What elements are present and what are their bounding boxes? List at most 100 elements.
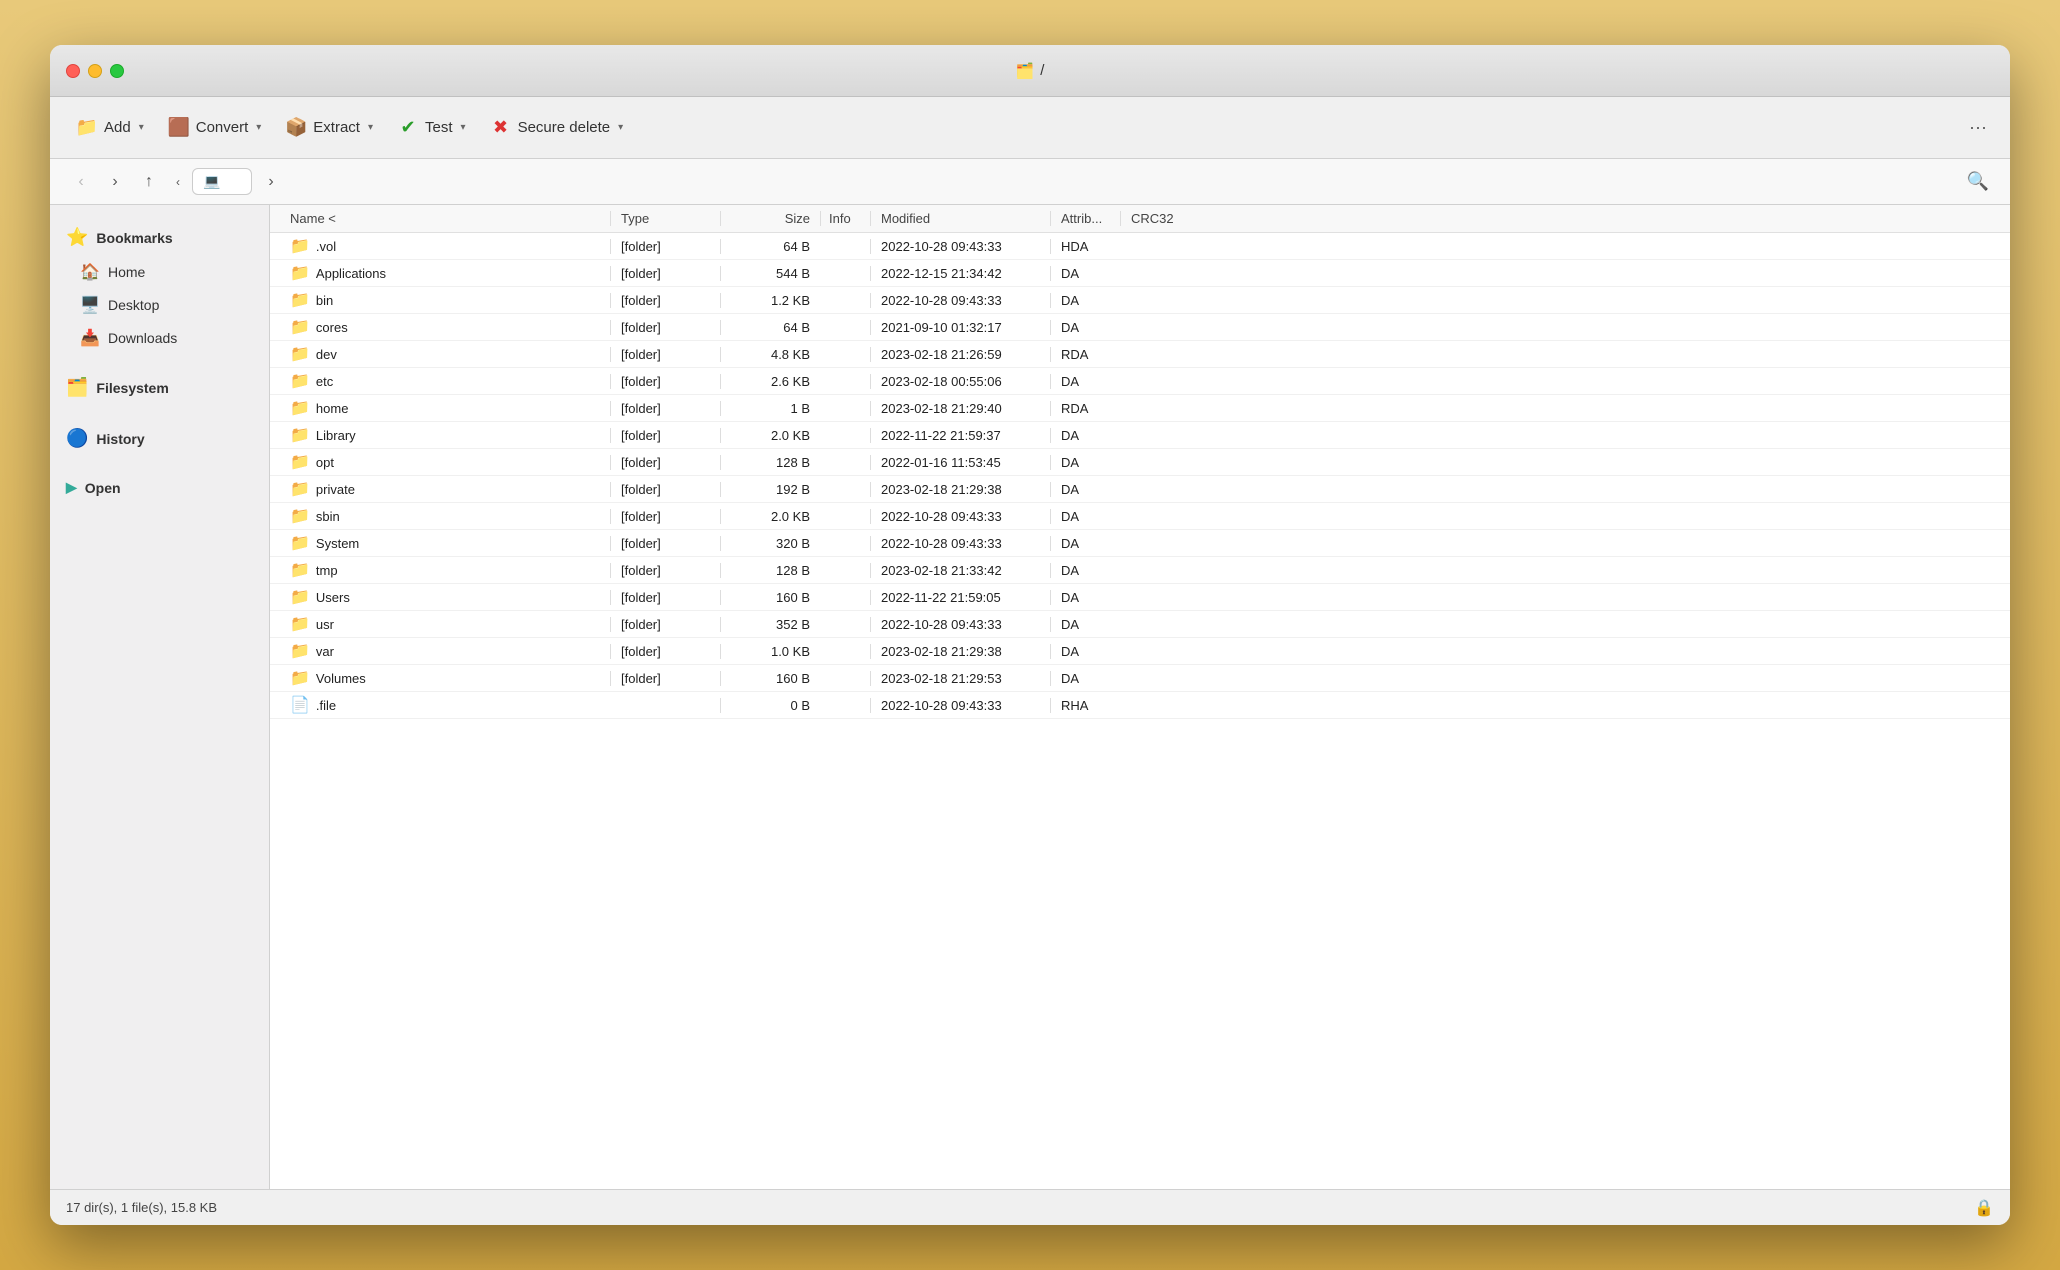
col-info-header[interactable]: Info	[820, 211, 870, 226]
file-modified: 2022-10-28 09:43:33	[870, 536, 1050, 551]
file-name: .file	[316, 698, 336, 713]
folder-icon: 📁	[290, 452, 310, 472]
file-attrib: RDA	[1050, 347, 1120, 362]
file-type: [folder]	[610, 347, 720, 362]
file-size: 64 B	[720, 239, 820, 254]
file-name: home	[316, 401, 349, 416]
file-type: [folder]	[610, 239, 720, 254]
add-dropdown-arrow: ▾	[139, 122, 144, 133]
close-button[interactable]	[66, 64, 80, 78]
open-group[interactable]: ▶ Open	[50, 473, 269, 502]
title-icon: 🗂️	[1016, 62, 1035, 80]
convert-button[interactable]: 🟫 Convert ▾	[158, 111, 272, 145]
convert-label: Convert	[196, 119, 249, 136]
col-crc32-header[interactable]: CRC32	[1120, 211, 1200, 226]
home-icon: 🏠	[80, 262, 100, 282]
sidebar-item-downloads[interactable]: 📥 Downloads	[56, 322, 263, 354]
file-type: [folder]	[610, 644, 720, 659]
search-button[interactable]: 🔍	[1962, 166, 1994, 198]
add-button[interactable]: 📁 Add ▾	[66, 111, 154, 145]
back-button[interactable]: ‹	[66, 167, 96, 197]
folder-icon: 📁	[290, 371, 310, 391]
folder-icon: 📁	[290, 425, 310, 445]
table-row[interactable]: 📁 usr [folder] 352 B 2022-10-28 09:43:33…	[270, 611, 2010, 638]
up-button[interactable]: ↑	[134, 167, 164, 197]
col-size-header[interactable]: Size	[720, 211, 820, 226]
extract-icon: 📦	[285, 117, 307, 139]
sidebar-item-home[interactable]: 🏠 Home	[56, 256, 263, 288]
table-row[interactable]: 📁 Applications [folder] 544 B 2022-12-15…	[270, 260, 2010, 287]
test-button[interactable]: ✔ Test ▾	[387, 111, 476, 145]
file-modified: 2023-02-18 21:29:38	[870, 644, 1050, 659]
folder-icon: 📁	[290, 614, 310, 634]
table-row[interactable]: 📁 bin [folder] 1.2 KB 2022-10-28 09:43:3…	[270, 287, 2010, 314]
secure-delete-icon: ✖	[490, 117, 512, 139]
nav-location-icon: 💻	[203, 173, 220, 190]
filesystem-group[interactable]: 🗂️ Filesystem	[50, 371, 269, 404]
table-row[interactable]: 📁 var [folder] 1.0 KB 2023-02-18 21:29:3…	[270, 638, 2010, 665]
table-row[interactable]: 📁 dev [folder] 4.8 KB 2023-02-18 21:26:5…	[270, 341, 2010, 368]
col-name-header[interactable]: Name <	[270, 211, 610, 226]
table-row[interactable]: 📁 Volumes [folder] 160 B 2023-02-18 21:2…	[270, 665, 2010, 692]
nav-chevron[interactable]: ‹	[168, 167, 188, 197]
title-label: /	[1040, 62, 1044, 79]
file-type: [folder]	[610, 428, 720, 443]
table-row[interactable]: 📁 cores [folder] 64 B 2021-09-10 01:32:1…	[270, 314, 2010, 341]
table-row[interactable]: 📁 .vol [folder] 64 B 2022-10-28 09:43:33…	[270, 233, 2010, 260]
file-name: var	[316, 644, 334, 659]
extract-button[interactable]: 📦 Extract ▾	[275, 111, 383, 145]
folder-icon: 📁	[290, 641, 310, 661]
file-name: bin	[316, 293, 333, 308]
downloads-icon: 📥	[80, 328, 100, 348]
forward-button[interactable]: ›	[100, 167, 130, 197]
file-type: [folder]	[610, 617, 720, 632]
table-row[interactable]: 📁 tmp [folder] 128 B 2023-02-18 21:33:42…	[270, 557, 2010, 584]
table-row[interactable]: 📁 etc [folder] 2.6 KB 2023-02-18 00:55:0…	[270, 368, 2010, 395]
nav-location[interactable]: 💻	[192, 168, 252, 195]
file-type: [folder]	[610, 401, 720, 416]
main-window: 🗂️ / 📁 Add ▾ 🟫 Convert ▾ 📦 Extract ▾ ✔ T…	[50, 45, 2010, 1225]
table-row[interactable]: 📁 System [folder] 320 B 2022-10-28 09:43…	[270, 530, 2010, 557]
history-group[interactable]: 🔵 History	[50, 422, 269, 455]
file-name: cores	[316, 320, 348, 335]
add-icon: 📁	[76, 117, 98, 139]
folder-icon: 📁	[290, 398, 310, 418]
extract-label: Extract	[313, 119, 360, 136]
file-name: System	[316, 536, 359, 551]
secure-delete-dropdown-arrow: ▾	[618, 122, 623, 133]
folder-icon: 📁	[290, 587, 310, 607]
bookmarks-group[interactable]: ⭐ Bookmarks	[50, 221, 269, 254]
file-attrib: RDA	[1050, 401, 1120, 416]
file-name: tmp	[316, 563, 338, 578]
table-row[interactable]: 📁 home [folder] 1 B 2023-02-18 21:29:40 …	[270, 395, 2010, 422]
minimize-button[interactable]	[88, 64, 102, 78]
file-name: dev	[316, 347, 337, 362]
col-type-header[interactable]: Type	[610, 211, 720, 226]
table-row[interactable]: 📁 sbin [folder] 2.0 KB 2022-10-28 09:43:…	[270, 503, 2010, 530]
more-button[interactable]: ···	[1962, 112, 1994, 144]
col-attrib-header[interactable]: Attrib...	[1050, 211, 1120, 226]
file-size: 1.0 KB	[720, 644, 820, 659]
file-attrib: DA	[1050, 320, 1120, 335]
secure-delete-button[interactable]: ✖ Secure delete ▾	[480, 111, 634, 145]
file-attrib: DA	[1050, 536, 1120, 551]
col-modified-header[interactable]: Modified	[870, 211, 1050, 226]
table-row[interactable]: 📁 Users [folder] 160 B 2022-11-22 21:59:…	[270, 584, 2010, 611]
status-summary: 17 dir(s), 1 file(s), 15.8 KB	[66, 1200, 217, 1215]
table-row[interactable]: 📁 private [folder] 192 B 2023-02-18 21:2…	[270, 476, 2010, 503]
file-modified: 2022-10-28 09:43:33	[870, 239, 1050, 254]
file-attrib: DA	[1050, 590, 1120, 605]
home-label: Home	[108, 264, 145, 280]
sidebar-item-desktop[interactable]: 🖥️ Desktop	[56, 289, 263, 321]
table-row[interactable]: 📄 .file 0 B 2022-10-28 09:43:33 RHA	[270, 692, 2010, 719]
file-attrib: HDA	[1050, 239, 1120, 254]
file-name: sbin	[316, 509, 340, 524]
file-size: 1.2 KB	[720, 293, 820, 308]
nav-forward-button[interactable]: ›	[256, 167, 286, 197]
table-row[interactable]: 📁 opt [folder] 128 B 2022-01-16 11:53:45…	[270, 449, 2010, 476]
table-row[interactable]: 📁 Library [folder] 2.0 KB 2022-11-22 21:…	[270, 422, 2010, 449]
file-size: 0 B	[720, 698, 820, 713]
maximize-button[interactable]	[110, 64, 124, 78]
file-type: [folder]	[610, 455, 720, 470]
file-modified: 2022-10-28 09:43:33	[870, 698, 1050, 713]
